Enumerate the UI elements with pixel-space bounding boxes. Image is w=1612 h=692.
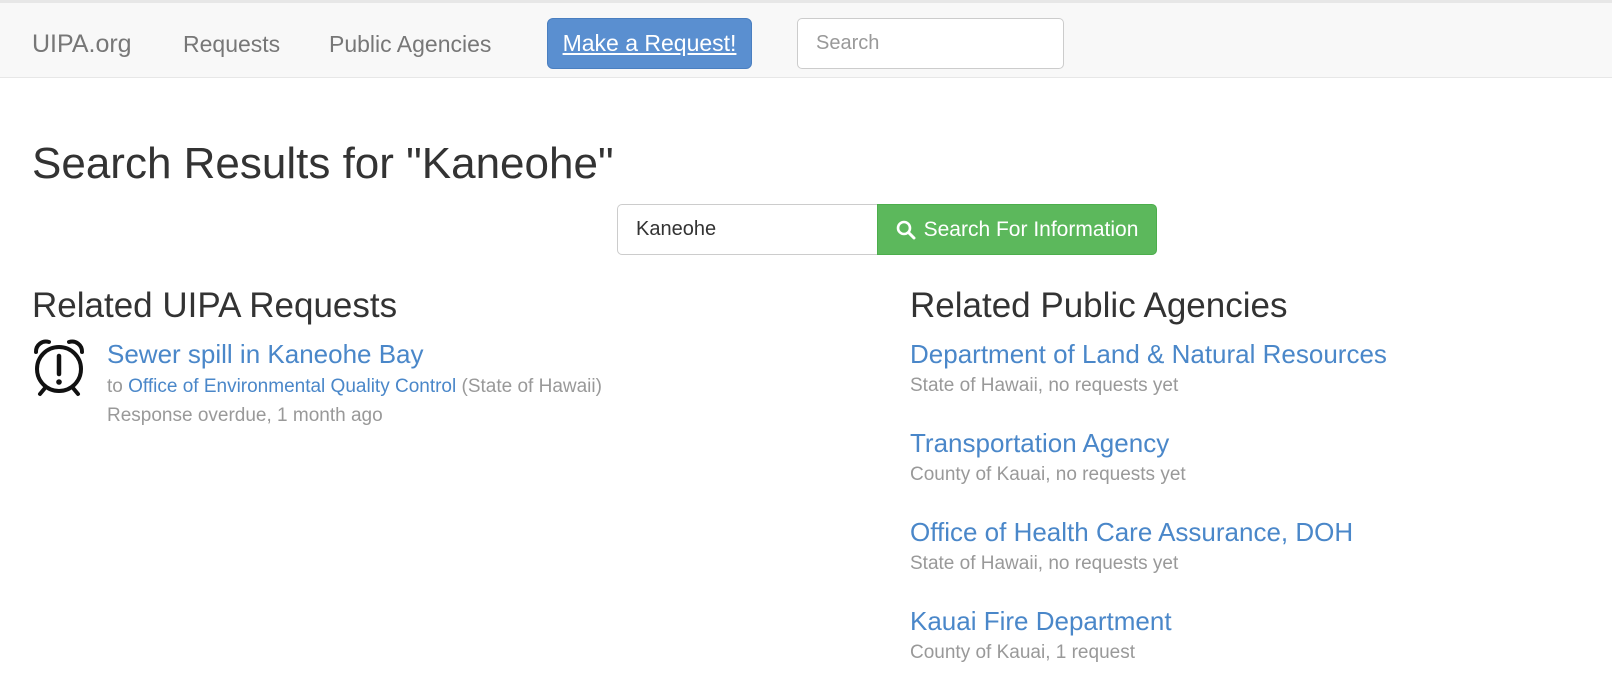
search-icon — [896, 220, 916, 240]
nav-link-public-agencies[interactable]: Public Agencies — [329, 27, 491, 61]
agency-link[interactable]: Office of Health Care Assurance, DOH — [910, 514, 1600, 550]
agency-link[interactable]: Kauai Fire Department — [910, 603, 1600, 639]
agency-subtitle: State of Hawaii, no requests yet — [910, 375, 1179, 396]
agency-list-item: Office of Health Care Assurance, DOH Sta… — [910, 514, 1600, 603]
request-to-prefix: to — [107, 376, 123, 397]
search-for-information-button[interactable]: Search For Information — [877, 204, 1157, 255]
agency-list-item: Transportation Agency County of Kauai, n… — [910, 425, 1600, 514]
page-title: Search Results for "Kaneohe" — [32, 139, 614, 188]
agency-list: Department of Land & Natural Resources S… — [910, 336, 1600, 692]
request-status: Response overdue, 1 month ago — [107, 405, 383, 426]
search-input[interactable] — [617, 204, 877, 255]
request-details: Sewer spill in Kaneohe Bay to Office of … — [107, 336, 847, 430]
agency-subtitle: County of Kauai, no requests yet — [910, 464, 1186, 485]
agency-list-item: Kauai Fire Department County of Kauai, 1… — [910, 603, 1600, 692]
agency-link[interactable]: Transportation Agency — [910, 425, 1600, 461]
make-request-button[interactable]: Make a Request! — [547, 18, 752, 69]
agency-link[interactable]: Department of Land & Natural Resources — [910, 336, 1600, 372]
top-navbar: UIPA.org Requests Public Agencies Make a… — [0, 0, 1612, 78]
search-form: Search For Information — [617, 204, 1157, 255]
search-button-label: Search For Information — [923, 217, 1139, 241]
agency-subtitle: County of Kauai, 1 request — [910, 642, 1135, 663]
related-requests-heading: Related UIPA Requests — [32, 286, 398, 325]
request-recipient-line: to Office of Environmental Quality Contr… — [107, 372, 847, 401]
request-agency-link[interactable]: Office of Environmental Quality Control — [128, 376, 456, 397]
nav-link-requests[interactable]: Requests — [183, 27, 280, 61]
request-title-link[interactable]: Sewer spill in Kaneohe Bay — [107, 336, 847, 372]
brand-link[interactable]: UIPA.org — [32, 27, 132, 61]
agency-subtitle: State of Hawaii, no requests yet — [910, 553, 1179, 574]
request-jurisdiction: (State of Hawaii) — [461, 376, 602, 397]
agency-list-item: Department of Land & Natural Resources S… — [910, 336, 1600, 425]
related-agencies-heading: Related Public Agencies — [910, 286, 1288, 325]
alarm-clock-overdue-icon — [32, 338, 86, 398]
navbar-search-input[interactable] — [797, 18, 1064, 69]
